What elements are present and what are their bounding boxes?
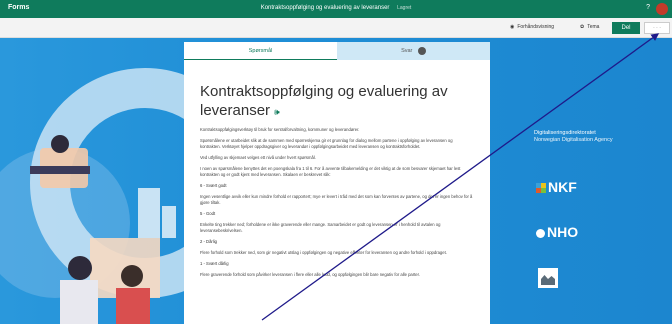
toolbar: ◉ Forhåndsvisning ✿ Tema Del · · ·: [0, 18, 672, 38]
tab-responses[interactable]: Svar: [337, 42, 490, 60]
avatar[interactable]: [656, 3, 668, 15]
nho-mark-icon: [536, 228, 545, 238]
eye-icon: ◉: [510, 24, 515, 30]
more-options-button[interactable]: · · ·: [644, 22, 670, 34]
description-paragraph: Ingen vesentlige avvik eller kun mindre …: [200, 194, 473, 205]
tab-questions[interactable]: Spørsmål: [184, 42, 337, 60]
form-body: Kontraktsoppfølging og evaluering av lev…: [184, 60, 490, 324]
form-title[interactable]: Kontraktsoppfølging og evaluering av lev…: [200, 82, 474, 122]
share-button[interactable]: Del: [612, 22, 640, 34]
theme-button[interactable]: ✿ Tema: [580, 24, 599, 30]
nkf-logo: NKF: [536, 179, 577, 195]
description-paragraph: Kontraktsoppfølgingsverktøy til bruk for…: [200, 127, 360, 132]
people-illustration: [30, 135, 176, 324]
scale-level-label: 6 - Svært godt: [200, 183, 227, 188]
title-bar: Forms Kontraktsoppfølging og evaluering …: [0, 0, 672, 18]
scale-level-label: 2 - Dårlig: [200, 239, 217, 244]
preview-button[interactable]: ◉ Forhåndsvisning: [510, 24, 554, 30]
help-icon[interactable]: ?: [646, 4, 650, 11]
immersive-reader-icon[interactable]: 🕪: [274, 107, 280, 117]
form-description: Kontraktsoppfølgingsverktøy til bruk for…: [200, 127, 474, 278]
nho-logo: NHO: [536, 224, 578, 240]
description-paragraph: Flere graverende forhold som påvirker le…: [200, 272, 420, 277]
form-tabs: Spørsmål Svar: [184, 42, 490, 60]
nkf-mark-icon: [536, 183, 546, 194]
digdir-logo: Digitaliseringsdirektoratet Norwegian Di…: [534, 130, 613, 143]
description-paragraph: I noen av spørsmålene benyttes det en po…: [200, 166, 461, 177]
title-bar-text: Kontraktsoppfølging og evaluering av lev…: [260, 5, 390, 11]
scale-level-label: 5 - Godt: [200, 211, 216, 216]
description-paragraph: Ved utfylling av skjemaet velges ett niv…: [200, 155, 316, 160]
description-paragraph: Enkelte ting trekker ned; forholdene er …: [200, 222, 441, 233]
saved-status: Lagret: [397, 5, 412, 11]
palette-icon: ✿: [580, 24, 585, 30]
description-paragraph: Flere forhold som trekker ned, som gir n…: [200, 250, 447, 255]
description-paragraph: Spørsmålene er utarbeidet slik at de sam…: [200, 138, 453, 149]
ks-logo: [538, 268, 558, 288]
scale-level-label: 1 - Svært dårlig: [200, 261, 229, 266]
form-title-bar: Kontraktsoppfølging og evaluering av lev…: [0, 5, 672, 11]
responses-count-badge: [417, 46, 426, 55]
